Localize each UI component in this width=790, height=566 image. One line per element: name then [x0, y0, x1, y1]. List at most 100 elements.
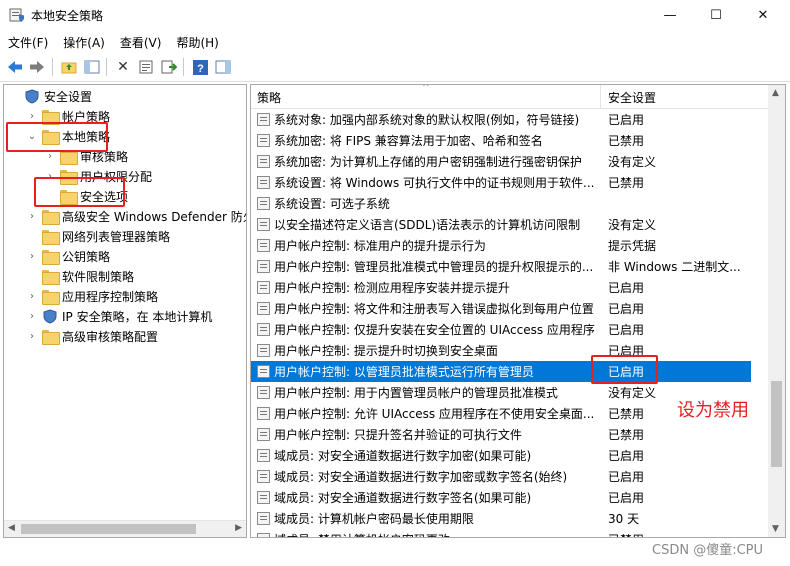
console-tree: 安全设置 › 帐户策略 ⌄ 本地策略 › 审核策略 › 用户权限分配 安全选项 › 高级安全 Wind…: [3, 84, 247, 538]
help-icon[interactable]: ?: [191, 58, 209, 76]
policy-row[interactable]: 系统加密: 为计算机上存储的用户密钥强制进行强密钥保护 没有定义: [251, 151, 751, 172]
policy-value: 已启用: [608, 323, 645, 337]
expand-icon[interactable]: ›: [26, 111, 38, 122]
policy-name: 系统加密: 将 FIPS 兼容算法用于加密、哈希和签名: [274, 134, 543, 148]
policy-name: 用户帐户控制: 将文件和注册表写入错误虚拟化到每用户位置: [274, 302, 594, 316]
vertical-scroll-thumb[interactable]: [771, 381, 782, 467]
policy-value: 已禁用: [608, 428, 645, 442]
tree-item-label: 应用程序控制策略: [62, 289, 159, 304]
policy-setting-icon: [257, 470, 270, 483]
tree-item-label: 公钥策略: [62, 249, 111, 264]
policy-row[interactable]: 用户帐户控制: 用于内置管理员帐户的管理员批准模式 没有定义: [251, 382, 751, 403]
policy-row[interactable]: 用户帐户控制: 将文件和注册表写入错误虚拟化到每用户位置 已启用: [251, 298, 751, 319]
minimize-button[interactable]: —: [647, 0, 693, 31]
policy-row[interactable]: 用户帐户控制: 提示提升时切换到安全桌面 已启用: [251, 340, 751, 361]
policy-name: 用户帐户控制: 允许 UIAccess 应用程序在不使用安全桌面...: [274, 407, 595, 421]
menu-action[interactable]: 操作(A): [63, 34, 105, 51]
policy-name: 系统加密: 为计算机上存储的用户密钥强制进行强密钥保护: [274, 155, 582, 169]
properties-icon[interactable]: [137, 58, 155, 76]
annotation-text: 设为禁用: [677, 400, 749, 421]
maximize-icon: ☐: [710, 8, 722, 23]
policy-name: 用户帐户控制: 以管理员批准模式运行所有管理员: [274, 365, 534, 379]
tree-item[interactable]: 软件限制策略: [26, 266, 134, 286]
tree-item[interactable]: › 高级安全 Windows Defender 防火墙: [26, 206, 247, 226]
tree-item[interactable]: › IP 安全策略，在 本地计算机: [26, 306, 212, 326]
policy-row[interactable]: 用户帐户控制: 仅提升安装在安全位置的 UIAccess 应用程序 已启用: [251, 319, 751, 340]
menu-help[interactable]: 帮助(H): [176, 34, 218, 51]
watermark: CSDN @傻童:CPU: [652, 543, 764, 558]
policy-name: 用户帐户控制: 标准用户的提升提示行为: [274, 239, 486, 253]
expand-icon[interactable]: ›: [26, 211, 38, 222]
policy-row[interactable]: 用户帐户控制: 只提升签名并验证的可执行文件 已禁用: [251, 424, 751, 445]
tree-item[interactable]: › 高级审核策略配置: [26, 326, 158, 346]
vertical-scrollbar[interactable]: ▲ ▼: [768, 85, 785, 537]
policy-row-selected[interactable]: 用户帐户控制: 以管理员批准模式运行所有管理员 已启用: [251, 361, 751, 382]
tree-item-label: 高级安全 Windows Defender 防火墙: [62, 209, 247, 224]
sort-ascending-icon: ^: [422, 84, 430, 93]
policy-row[interactable]: 用户帐户控制: 标准用户的提升提示行为 提示凭据: [251, 235, 751, 256]
action-pane-icon[interactable]: [214, 58, 232, 76]
policy-row[interactable]: 用户帐户控制: 管理员批准模式中管理员的提升权限提示的... 非 Windows …: [251, 256, 751, 277]
close-button[interactable]: ✕: [740, 0, 786, 31]
close-icon: ✕: [757, 8, 769, 23]
scroll-down-icon[interactable]: ▼: [772, 524, 779, 534]
menu-file[interactable]: 文件(F): [8, 34, 48, 51]
policy-value: 已禁用: [608, 531, 743, 537]
tree-item[interactable]: › 公钥策略: [26, 246, 110, 266]
menu-view[interactable]: 查看(V): [120, 34, 162, 51]
toolbar: ✕ ?: [0, 53, 790, 82]
policy-row[interactable]: 域成员: 对安全通道数据进行数字加密(如果可能) 已启用: [251, 445, 751, 466]
policy-row[interactable]: 系统设置: 将 Windows 可执行文件中的证书规则用于软件... 已禁用: [251, 172, 751, 193]
policy-setting-icon: [257, 344, 270, 357]
scroll-left-icon[interactable]: ◀: [8, 523, 15, 533]
policy-row[interactable]: 系统加密: 将 FIPS 兼容算法用于加密、哈希和签名 已禁用: [251, 130, 751, 151]
policy-row[interactable]: 域成员: 对安全通道数据进行数字签名(如果可能) 已启用: [251, 487, 751, 508]
policy-row[interactable]: 以安全描述符定义语言(SDDL)语法表示的计算机访问限制 没有定义: [251, 214, 751, 235]
export-list-icon[interactable]: [160, 58, 178, 76]
expand-icon[interactable]: ›: [26, 291, 38, 302]
scroll-right-icon[interactable]: ▶: [235, 523, 242, 533]
policy-row[interactable]: 系统设置: 可选子系统: [251, 193, 751, 214]
policy-row[interactable]: 用户帐户控制: 允许 UIAccess 应用程序在不使用安全桌面... 已禁用: [251, 403, 751, 424]
policy-row[interactable]: 域成员: 禁用计算机帐户密码更改已禁用: [251, 529, 751, 537]
folder-icon: [42, 209, 60, 225]
expand-icon[interactable]: ›: [44, 151, 56, 162]
tree-item[interactable]: 安全设置: [8, 86, 92, 106]
expand-icon[interactable]: ›: [26, 331, 38, 342]
expand-icon[interactable]: ›: [26, 251, 38, 262]
policy-list: 策略 ^ 安全设置 系统对象: 加强内部系统对象的默认权限(例如，符号链接) 已启…: [250, 84, 786, 538]
delete-icon[interactable]: ✕: [114, 58, 132, 76]
column-policy[interactable]: 策略 ^: [251, 85, 601, 109]
policy-setting-icon: [257, 323, 270, 336]
tree-item[interactable]: 网络列表管理器策略: [26, 226, 170, 246]
policy-setting-icon: [257, 281, 270, 294]
tree-item[interactable]: › 应用程序控制策略: [26, 286, 158, 306]
policy-setting-icon: [257, 197, 270, 210]
policy-row[interactable]: 域成员: 计算机帐户密码最长使用期限 30 天: [251, 508, 751, 529]
column-security-setting[interactable]: 安全设置: [602, 85, 767, 109]
policy-setting-icon: [257, 176, 270, 189]
folder-icon: [42, 289, 60, 305]
horizontal-scrollbar[interactable]: ◀ ▶: [4, 520, 246, 537]
policy-name: 用户帐户控制: 只提升签名并验证的可执行文件: [274, 428, 522, 442]
policy-row[interactable]: 域成员: 对安全通道数据进行数字加密或数字签名(始终) 已启用: [251, 466, 751, 487]
tree-item-label: 网络列表管理器策略: [62, 229, 171, 244]
policy-value: 已启用: [608, 470, 645, 484]
expand-icon[interactable]: ›: [26, 311, 38, 322]
scroll-up-icon[interactable]: ▲: [772, 88, 779, 98]
policy-row[interactable]: 系统对象: 加强内部系统对象的默认权限(例如，符号链接) 已启用: [251, 109, 751, 130]
up-folder-icon[interactable]: [60, 58, 78, 76]
back-arrow-icon[interactable]: [6, 58, 24, 76]
forward-arrow-icon[interactable]: [28, 58, 46, 76]
security-shield-icon: [24, 88, 40, 104]
show-hide-tree-icon[interactable]: [83, 58, 101, 76]
window-title: 本地安全策略: [31, 9, 104, 23]
policy-setting-icon: [257, 113, 270, 126]
policy-row[interactable]: 用户帐户控制: 检测应用程序安装并提示提升 已启用: [251, 277, 751, 298]
annotation-box-security-options: [34, 177, 125, 207]
policy-value: 已启用: [608, 113, 645, 127]
maximize-button[interactable]: ☐: [693, 0, 739, 31]
horizontal-scroll-thumb[interactable]: [21, 524, 196, 534]
policy-name: 用户帐户控制: 提示提升时切换到安全桌面: [274, 344, 498, 358]
tree-item-label: 软件限制策略: [62, 269, 135, 284]
